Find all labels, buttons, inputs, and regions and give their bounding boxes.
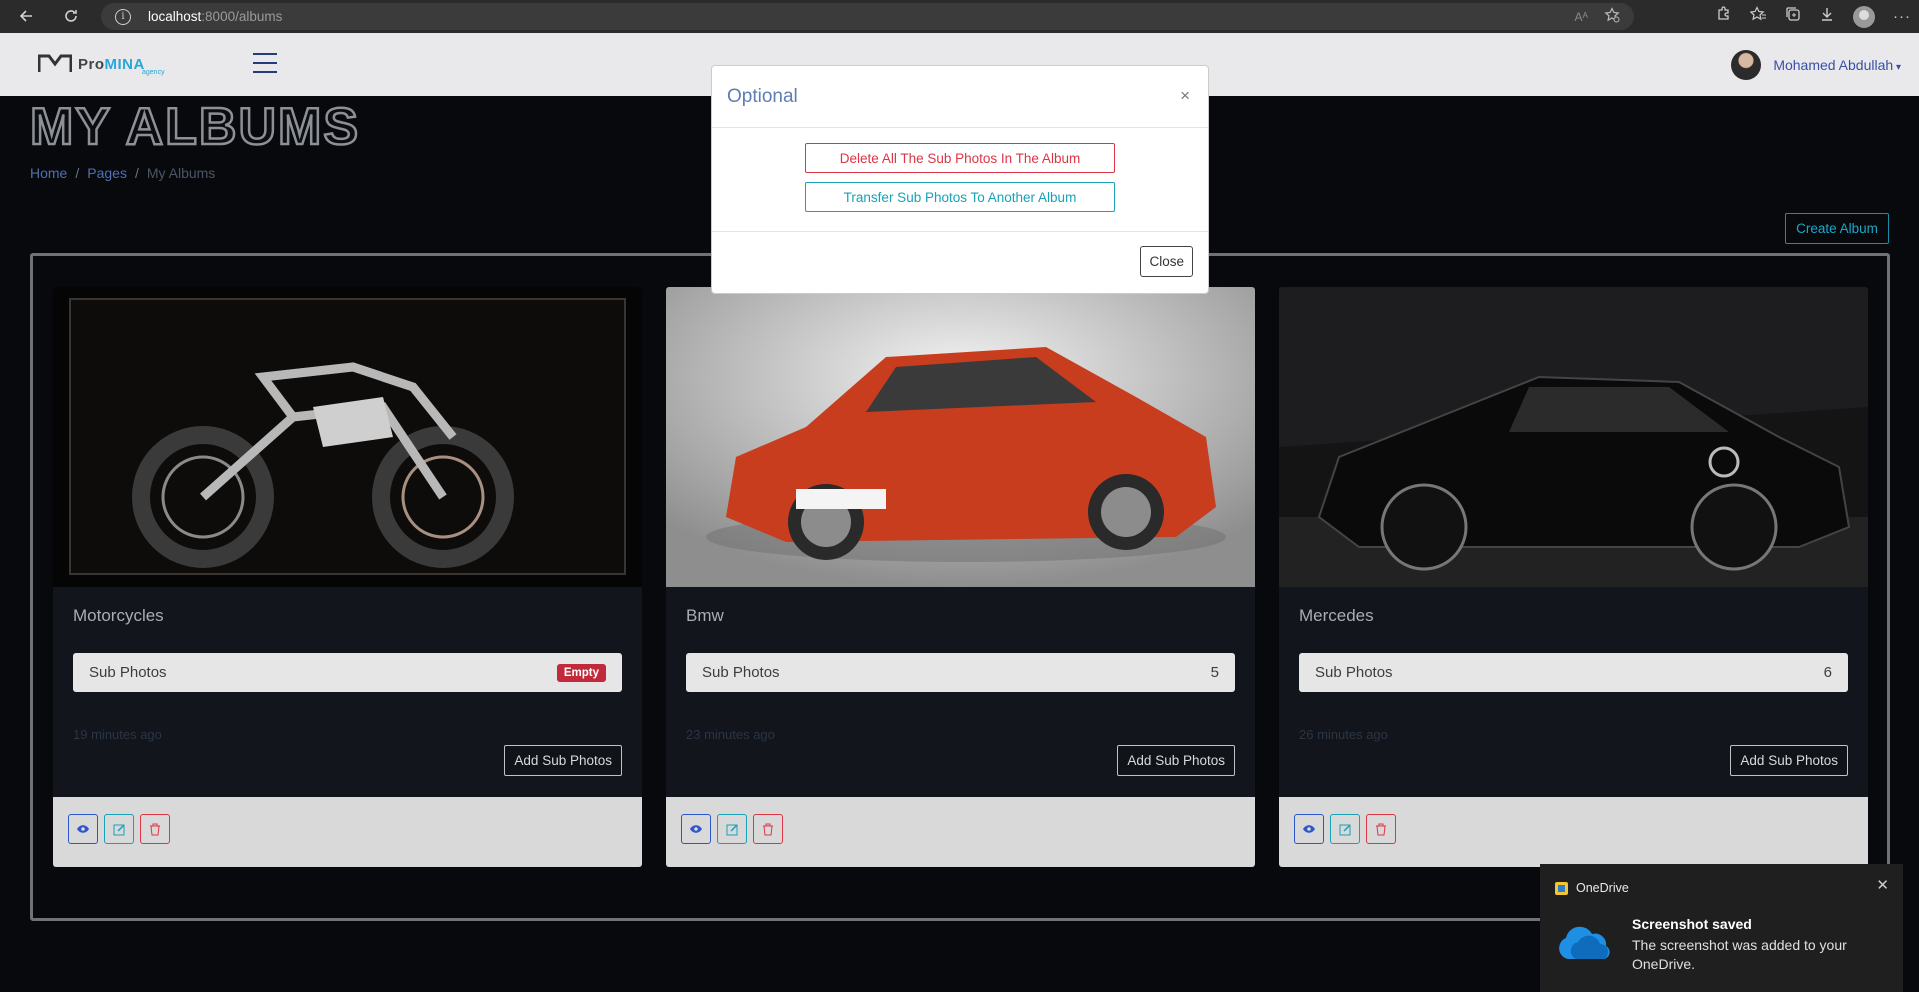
refresh-icon[interactable]: [58, 3, 84, 29]
sub-photos-label: Sub Photos: [1315, 664, 1393, 681]
create-album-button[interactable]: Create Album: [1785, 213, 1889, 244]
page-header: MY ALBUMS Home / Pages / My Albums: [29, 97, 360, 181]
info-icon[interactable]: i: [115, 8, 131, 25]
options-modal: Optional × Delete All The Sub Photos In …: [711, 65, 1209, 294]
user-menu[interactable]: Mohamed Abdullah: [1731, 50, 1901, 80]
delete-all-sub-photos-button[interactable]: Delete All The Sub Photos In The Album: [805, 143, 1115, 173]
collections-icon[interactable]: [1785, 6, 1801, 27]
toast-title: Screenshot saved: [1632, 916, 1752, 932]
card-actions: [53, 797, 642, 867]
edit-icon[interactable]: [717, 814, 747, 844]
breadcrumb-home[interactable]: Home: [30, 165, 67, 181]
toast-close-icon[interactable]: ✕: [1876, 876, 1889, 894]
view-eye-icon[interactable]: [681, 814, 711, 844]
avatar[interactable]: [1731, 50, 1762, 80]
created-time: 26 minutes ago: [1299, 727, 1388, 742]
delete-trash-icon[interactable]: [753, 814, 783, 844]
address-bar[interactable]: i localhost:8000/albums Aᴬ: [101, 3, 1634, 30]
add-sub-photos-button[interactable]: Add Sub Photos: [1117, 745, 1235, 776]
sub-photos-count: 6: [1823, 664, 1832, 681]
url-text: localhost:8000/albums: [148, 9, 282, 24]
card-actions: [1279, 797, 1868, 867]
onedrive-toast[interactable]: OneDrive ✕ Screenshot saved The screensh…: [1540, 864, 1903, 992]
edit-icon[interactable]: [1330, 814, 1360, 844]
brand-post: MINA: [104, 56, 145, 73]
delete-trash-icon[interactable]: [1366, 814, 1396, 844]
url-host: localhost: [148, 9, 202, 24]
album-cover-image[interactable]: [1279, 287, 1868, 587]
created-time: 19 minutes ago: [73, 727, 162, 742]
toast-header: OneDrive: [1555, 881, 1629, 895]
album-card-motorcycles: Motorcycles Sub Photos Empty 19 minutes …: [53, 287, 642, 867]
card-actions: [666, 797, 1255, 867]
album-card-bmw: Bmw Sub Photos 5 23 minutes ago Add Sub …: [666, 287, 1255, 867]
brand-name: ProMINA: [78, 56, 145, 73]
downloads-icon[interactable]: [1819, 6, 1835, 27]
favorites-icon[interactable]: [1749, 6, 1767, 27]
back-icon[interactable]: [13, 3, 39, 29]
sub-photos-bar: Sub Photos Empty: [73, 653, 622, 692]
user-name[interactable]: Mohamed Abdullah: [1773, 57, 1901, 73]
modal-body: Delete All The Sub Photos In The Album T…: [712, 128, 1208, 232]
read-aloud-icon[interactable]: Aᴬ: [1575, 10, 1588, 24]
logo-mark-icon: [38, 54, 72, 72]
menu-toggle-icon[interactable]: [253, 53, 277, 73]
album-cover-image[interactable]: [666, 287, 1255, 587]
breadcrumb-separator: /: [75, 165, 80, 181]
sub-photos-count: 5: [1210, 664, 1219, 681]
browser-toolbar: i localhost:8000/albums Aᴬ ···: [0, 0, 1919, 33]
modal-title: Optional: [727, 86, 798, 107]
album-card-mercedes: Mercedes Sub Photos 6 26 minutes ago Add…: [1279, 287, 1868, 867]
favorite-add-icon[interactable]: [1604, 7, 1620, 26]
modal-header: Optional ×: [712, 66, 1208, 128]
sub-photos-label: Sub Photos: [702, 664, 780, 681]
view-eye-icon[interactable]: [1294, 814, 1324, 844]
sub-photos-bar: Sub Photos 6: [1299, 653, 1848, 692]
album-title: Motorcycles: [73, 606, 164, 625]
view-eye-icon[interactable]: [68, 814, 98, 844]
onedrive-app-icon: [1555, 881, 1568, 895]
profile-icon[interactable]: [1853, 5, 1875, 28]
delete-trash-icon[interactable]: [140, 814, 170, 844]
more-icon[interactable]: ···: [1893, 8, 1911, 25]
empty-badge: Empty: [556, 663, 606, 682]
brand-sub: agency: [142, 69, 165, 76]
breadcrumb-separator: /: [134, 165, 139, 181]
modal-close-button[interactable]: Close: [1140, 246, 1193, 277]
breadcrumb-pages[interactable]: Pages: [87, 165, 127, 181]
album-cover-image[interactable]: [53, 287, 642, 587]
toast-app-name: OneDrive: [1576, 881, 1629, 895]
add-sub-photos-button[interactable]: Add Sub Photos: [504, 745, 622, 776]
extensions-icon[interactable]: [1716, 6, 1732, 27]
sub-photos-label: Sub Photos: [89, 664, 167, 681]
breadcrumb-current: My Albums: [146, 165, 216, 181]
brand-logo[interactable]: ProMINA agency: [38, 53, 165, 76]
brand-pre: Pro: [78, 56, 105, 73]
sub-photos-bar: Sub Photos 5: [686, 653, 1235, 692]
transfer-sub-photos-button[interactable]: Transfer Sub Photos To Another Album: [805, 182, 1115, 212]
url-path: :8000/albums: [201, 9, 283, 24]
album-title: Mercedes: [1299, 606, 1374, 625]
add-sub-photos-button[interactable]: Add Sub Photos: [1730, 745, 1848, 776]
breadcrumb: Home / Pages / My Albums: [30, 165, 360, 181]
edit-icon[interactable]: [104, 814, 134, 844]
album-title: Bmw: [686, 606, 724, 625]
toast-message: The screenshot was added to your OneDriv…: [1632, 937, 1847, 972]
created-time: 23 minutes ago: [686, 727, 775, 742]
cloud-icon: [1559, 926, 1610, 959]
page-title: MY ALBUMS: [29, 97, 360, 158]
modal-close-icon[interactable]: ×: [1180, 86, 1190, 106]
